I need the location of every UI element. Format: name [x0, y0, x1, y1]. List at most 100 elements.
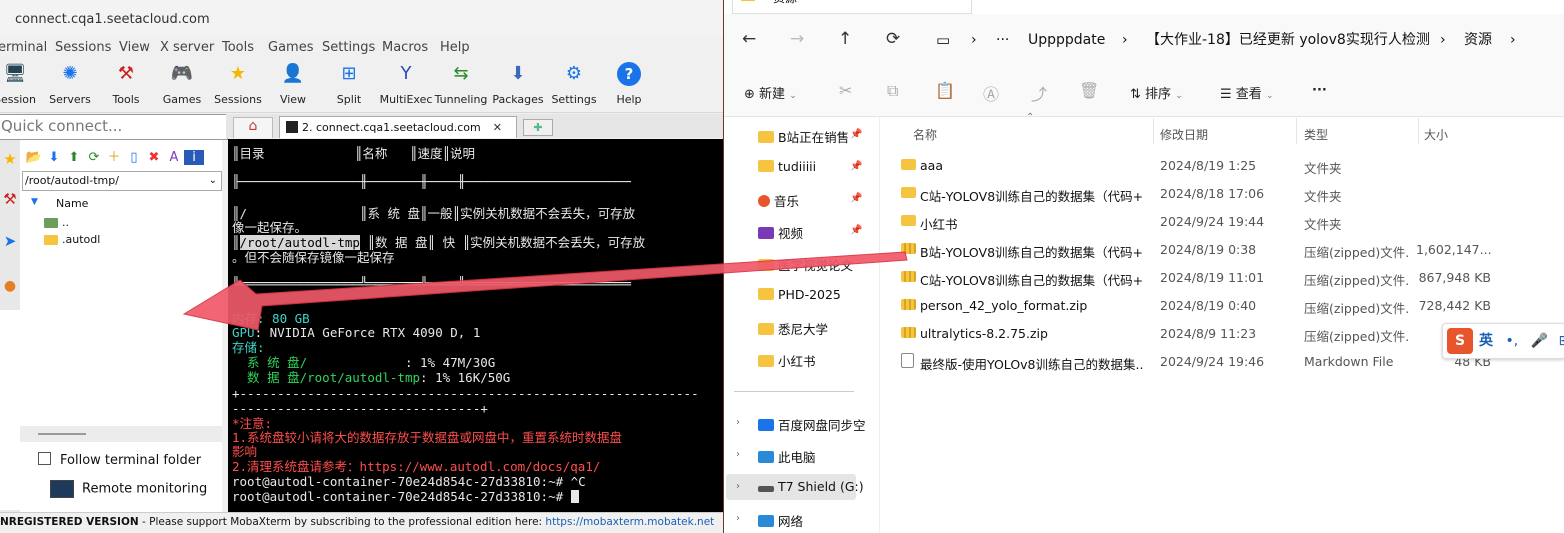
close-icon[interactable]: ✕ — [493, 117, 502, 138]
name-column-header[interactable]: 名称 — [913, 126, 937, 143]
sftp-path-select[interactable]: /root/autodl-tmp/⌄ — [22, 171, 222, 191]
menu-games[interactable]: Games — [268, 40, 313, 55]
view-button[interactable]: 👤 View — [263, 62, 323, 106]
chevron-right-icon[interactable]: › — [736, 449, 740, 460]
menu-sessions[interactable]: Sessions — [55, 40, 111, 55]
folder-up-icon[interactable]: 📂 — [24, 150, 44, 165]
pin-icon[interactable]: 📌 — [850, 161, 862, 172]
refresh-icon[interactable]: ⟳ — [886, 29, 900, 49]
back-icon[interactable]: ← — [742, 29, 756, 49]
session-button[interactable]: 🖥Session — [0, 62, 45, 106]
new-tab-button[interactable]: ✚ — [523, 119, 553, 136]
menu-view[interactable]: View — [119, 40, 150, 55]
scrollbar-thumb[interactable] — [38, 433, 86, 435]
column-separator[interactable] — [1418, 118, 1419, 144]
name-column-header[interactable]: Name — [56, 197, 88, 210]
rename-icon[interactable]: Ⓐ — [983, 81, 999, 105]
nav-item[interactable]: tudiiiii — [758, 159, 816, 174]
quick-connect-input[interactable]: Quick connect... — [0, 114, 228, 140]
tools-button[interactable]: ⚒ Tools — [96, 62, 156, 106]
list-item[interactable]: .autodl — [44, 233, 100, 246]
pin-icon[interactable]: 📌 — [850, 193, 862, 204]
menu-help[interactable]: Help — [440, 40, 470, 55]
macros-icon[interactable]: ● — [0, 278, 20, 298]
nav-item[interactable]: 医学视觉论文 — [758, 255, 853, 274]
help-button[interactable]: ? Help — [599, 62, 659, 106]
packages-button[interactable]: ⬇ Packages — [488, 62, 548, 106]
refresh-icon[interactable]: ⟳ — [84, 150, 104, 165]
permissions-icon[interactable]: i — [184, 150, 204, 165]
ime-language[interactable]: 英 — [1479, 333, 1493, 349]
nav-item[interactable]: 百度网盘同步空 — [758, 415, 866, 434]
sftp-icon[interactable]: ➤ — [0, 232, 20, 262]
punctuation-icon[interactable]: •, — [1505, 333, 1518, 349]
date-column-header[interactable]: 修改日期 — [1160, 126, 1208, 143]
sort-button[interactable]: ⇅ 排序 ⌄ — [1130, 83, 1183, 102]
column-separator[interactable] — [1296, 118, 1297, 144]
servers-button[interactable]: ✺ Servers — [40, 62, 100, 106]
ime-toolbar[interactable]: S英 •, 🎤 ⊞ — [1442, 323, 1564, 359]
paste-icon[interactable]: 📋 — [935, 81, 955, 100]
menu-settings[interactable]: Settings — [322, 40, 375, 55]
more-button[interactable]: ··· — [1312, 83, 1327, 98]
chevron-right-icon[interactable]: › — [736, 513, 740, 524]
tools-icon[interactable]: ⚒ — [0, 190, 20, 220]
pin-icon[interactable]: 📌 — [850, 225, 862, 236]
nav-item[interactable]: 此电脑 — [758, 447, 816, 466]
follow-terminal-checkbox[interactable]: Follow terminal folder — [38, 452, 201, 468]
cut-icon[interactable]: ✂ — [839, 81, 852, 100]
view-button[interactable]: ☰ 查看 ⌄ — [1220, 83, 1274, 102]
remote-monitoring-button[interactable]: Remote monitoring — [50, 480, 207, 498]
terminal-output[interactable]: ║目录 ║名称 ║速度║说明 ╟────────────────╫───────… — [228, 139, 723, 512]
table-row[interactable]: B站-YOLOV8训练自己的数据集（代码+... 2024/8/19 0:38 压缩… — [901, 235, 1561, 261]
breadcrumb-item[interactable]: 【大作业-18】已经更新 yolov8实现行人检测 — [1146, 22, 1430, 58]
microphone-icon[interactable]: 🎤 — [1531, 333, 1548, 349]
collapse-arrow-icon[interactable]: ▼ — [31, 197, 38, 207]
multiexec-button[interactable]: Y MultiExec — [376, 62, 436, 106]
home-tab[interactable]: ⌂ — [233, 117, 273, 138]
delete-icon[interactable]: 🗑 — [1079, 81, 1099, 100]
nav-item[interactable]: 网络 — [758, 511, 803, 530]
nav-item[interactable]: 音乐 — [758, 191, 799, 210]
tab-session[interactable]: 2. connect.cqa1.seetacloud.com ✕ — [279, 116, 517, 138]
column-separator[interactable] — [1153, 118, 1154, 144]
up-icon[interactable]: ↑ — [838, 29, 852, 49]
share-icon[interactable]: ⤴ — [1031, 81, 1047, 105]
tab-resources[interactable]: 资源 — [732, 0, 972, 14]
settings-button[interactable]: ⚙ Settings — [544, 62, 604, 106]
nav-item[interactable]: 视频 — [758, 223, 803, 242]
breadcrumb-item[interactable]: Uppppdate — [1028, 22, 1105, 58]
star-icon[interactable]: ★ — [0, 150, 20, 180]
more-icon[interactable]: ··· — [996, 22, 1009, 58]
chevron-right-icon[interactable]: › — [736, 481, 740, 492]
menu-terminal[interactable]: erminal — [0, 40, 47, 55]
table-row[interactable]: C站-YOLOV8训练自己的数据集（代码+... 2024/8/18 17:06 文… — [901, 179, 1561, 205]
new-button[interactable]: ⊕ 新建 ⌄ — [744, 83, 797, 102]
nav-item[interactable]: PHD-2025 — [758, 287, 841, 302]
new-file-icon[interactable]: ▯ — [124, 150, 144, 165]
delete-icon[interactable]: ✖ — [144, 150, 164, 165]
type-column-header[interactable]: 类型 — [1304, 126, 1328, 143]
split-button[interactable]: ⊞ Split — [319, 62, 379, 106]
title-bar[interactable]: connect.cqa1.seetacloud.com — [0, 0, 723, 37]
keyboard-icon[interactable]: ⊞ — [1559, 333, 1564, 349]
table-row[interactable]: aaa 2024/8/19 1:25 文件夹 — [901, 151, 1561, 177]
nav-item[interactable]: 悉尼大学 — [758, 319, 828, 338]
games-button[interactable]: 🎮 Games — [152, 62, 212, 106]
mobatek-link[interactable]: https://mobaxterm.mobatek.net — [545, 516, 714, 528]
menu-xserver[interactable]: X server — [160, 40, 214, 55]
nav-item[interactable]: B站正在销售 — [758, 127, 849, 146]
pin-icon[interactable]: 📌 — [850, 129, 862, 140]
download-icon[interactable]: ⬇ — [44, 150, 64, 165]
table-row[interactable]: C站-YOLOV8训练自己的数据集（代码+... 2024/8/19 11:01 压… — [901, 263, 1561, 289]
forward-icon[interactable]: → — [790, 29, 804, 49]
new-folder-icon[interactable]: ＋ — [104, 146, 124, 165]
copy-icon[interactable]: ⧉ — [887, 81, 898, 101]
upload-icon[interactable]: ⬆ — [64, 150, 84, 165]
chevron-right-icon[interactable]: › — [736, 417, 740, 428]
menu-macros[interactable]: Macros — [382, 40, 428, 55]
size-column-header[interactable]: 大小 — [1424, 126, 1448, 143]
nav-item[interactable]: 小红书 — [758, 351, 816, 370]
list-item[interactable]: .. — [44, 216, 69, 229]
rename-icon[interactable]: A — [164, 150, 184, 165]
